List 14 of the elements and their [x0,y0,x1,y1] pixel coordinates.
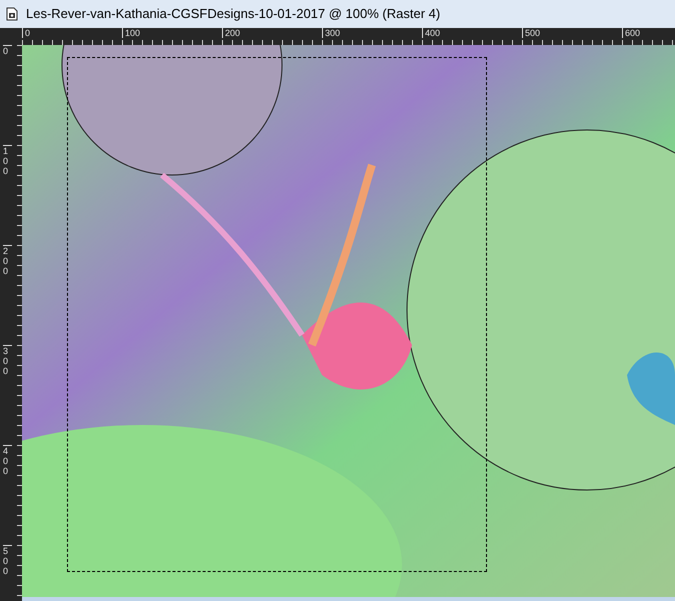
ruler-label: 100 [3,145,12,176]
ruler-label: 300 [3,345,12,376]
ruler-label: 500 [3,545,12,576]
ruler-label: 200 [222,28,240,38]
ruler-label: 100 [122,28,140,38]
ruler-label: 400 [422,28,440,38]
ruler-label: 0 [3,45,12,56]
ruler-label: 200 [3,245,12,276]
ruler-label: 300 [322,28,340,38]
window-title: Les-Rever-van-Kathania-CGSFDesigns-10-01-2017 @ 100% (Raster 4) [26,5,440,24]
ruler-label: 600 [622,28,640,38]
ruler-label: 500 [522,28,540,38]
ruler-label: 0 [22,28,30,38]
ruler-label: 400 [3,445,12,476]
